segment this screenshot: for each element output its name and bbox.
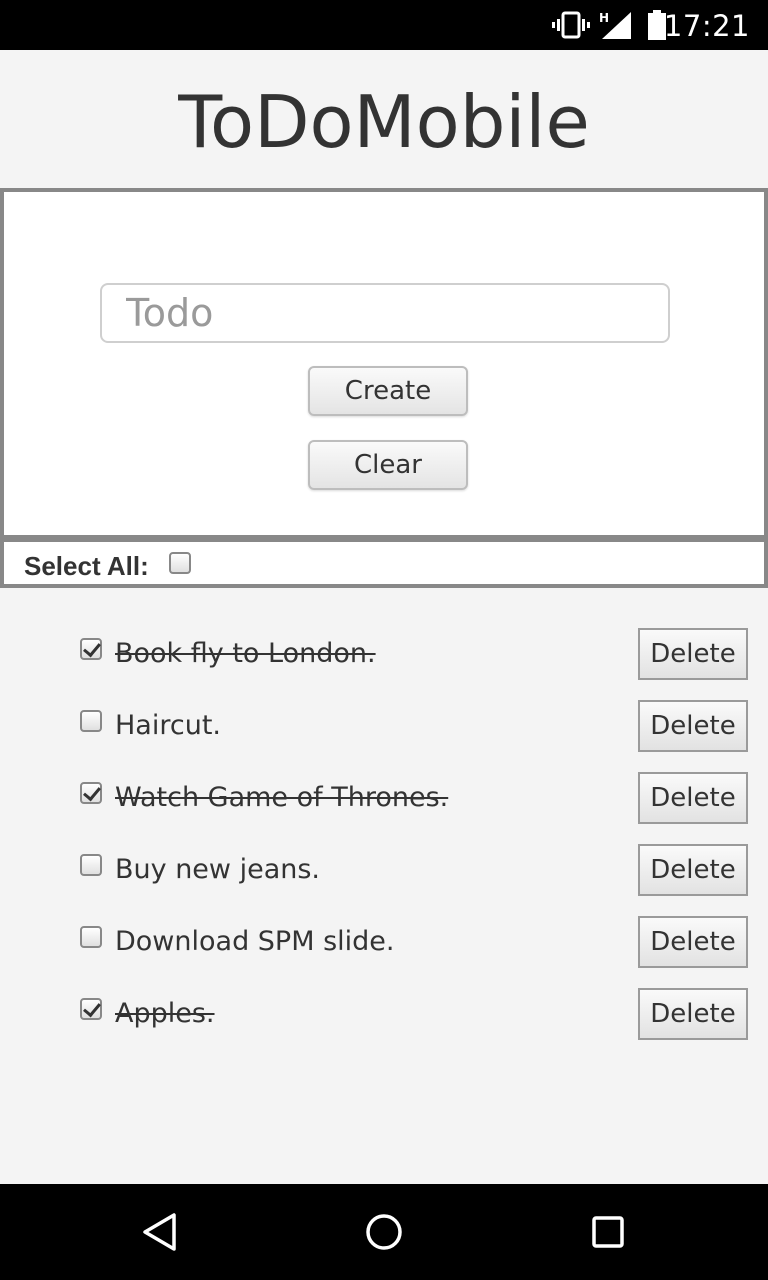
- delete-button[interactable]: Delete: [638, 628, 748, 680]
- page-title: ToDoMobile: [178, 80, 590, 164]
- todo-checkbox[interactable]: [80, 782, 102, 804]
- todo-item: Haircut. Delete: [0, 700, 768, 752]
- signal-h-icon: H: [599, 11, 631, 39]
- todo-text: Apples.: [115, 998, 215, 1029]
- todo-text: Book fly to London.: [115, 638, 376, 669]
- system-nav-bar: [0, 1184, 768, 1280]
- delete-button[interactable]: Delete: [638, 988, 748, 1040]
- todo-text: Watch Game of Thrones.: [115, 782, 449, 813]
- home-icon[interactable]: [364, 1212, 404, 1252]
- svg-text:H: H: [599, 11, 609, 25]
- delete-button[interactable]: Delete: [638, 772, 748, 824]
- todo-text: Haircut.: [115, 710, 221, 741]
- vibrate-icon: [552, 11, 590, 39]
- todo-item: Apples. Delete: [0, 988, 768, 1040]
- create-button[interactable]: Create: [308, 366, 468, 416]
- clear-button[interactable]: Clear: [308, 440, 468, 490]
- todo-checkbox[interactable]: [80, 926, 102, 948]
- todo-text: Download SPM slide.: [115, 926, 395, 957]
- delete-button[interactable]: Delete: [638, 700, 748, 752]
- todo-item: Download SPM slide. Delete: [0, 916, 768, 968]
- delete-button[interactable]: Delete: [638, 844, 748, 896]
- select-all-label: Select All:: [24, 551, 149, 581]
- todo-form-panel: Create Clear: [0, 188, 768, 539]
- select-all-checkbox[interactable]: [169, 552, 191, 574]
- todo-checkbox[interactable]: [80, 710, 102, 732]
- back-icon[interactable]: [140, 1212, 180, 1252]
- todo-checkbox[interactable]: [80, 638, 102, 660]
- recents-icon[interactable]: [588, 1212, 628, 1252]
- clock-time: 17:21: [663, 9, 750, 43]
- todo-item: Book fly to London. Delete: [0, 628, 768, 680]
- todo-checkbox[interactable]: [80, 998, 102, 1020]
- todo-input[interactable]: [100, 283, 670, 343]
- todo-checkbox[interactable]: [80, 854, 102, 876]
- todo-item: Watch Game of Thrones. Delete: [0, 772, 768, 824]
- status-bar: H 17:21: [0, 0, 768, 50]
- delete-button[interactable]: Delete: [638, 916, 748, 968]
- select-all-bar: Select All:: [0, 538, 768, 588]
- todo-item: Buy new jeans. Delete: [0, 844, 768, 896]
- app-screen: H 17:21 ToDoMobile Create Clear Select A…: [0, 0, 768, 1280]
- todo-text: Buy new jeans.: [115, 854, 321, 885]
